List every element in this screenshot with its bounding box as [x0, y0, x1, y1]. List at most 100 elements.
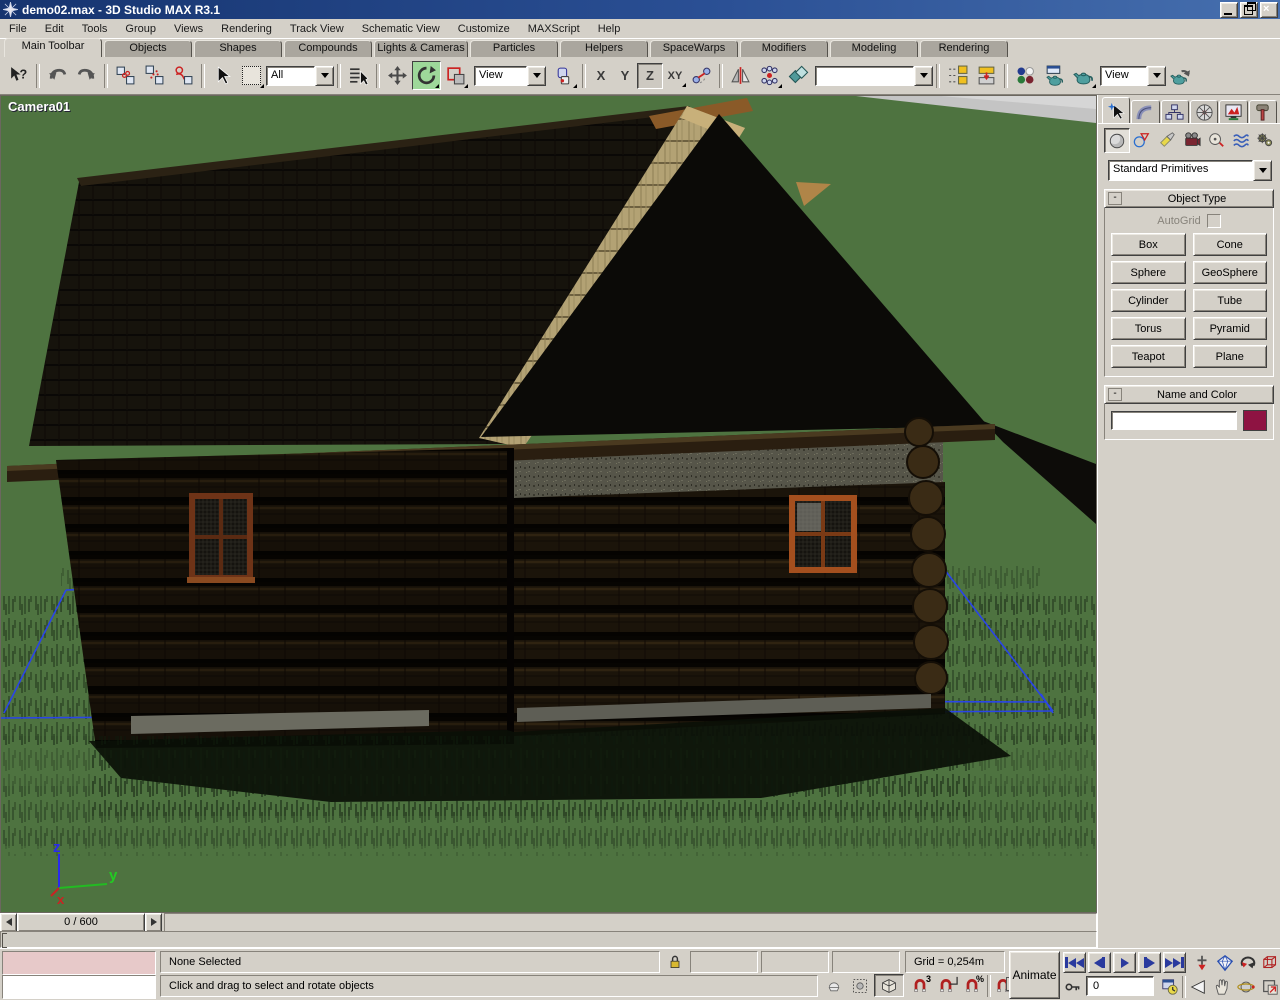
- render-type-dropdown[interactable]: View: [1100, 66, 1166, 86]
- tab-particles[interactable]: Particles: [470, 40, 558, 57]
- angle-snap-toggle[interactable]: [934, 976, 958, 996]
- zoom-extents-all-button[interactable]: [1213, 952, 1236, 974]
- tab-compounds[interactable]: Compounds: [284, 40, 372, 57]
- align-button[interactable]: [784, 61, 813, 90]
- tab-helpers[interactable]: Helpers: [560, 40, 648, 57]
- category-spacewarps-button[interactable]: [1229, 128, 1253, 151]
- geosphere-button[interactable]: GeoSphere: [1193, 261, 1268, 284]
- tab-modeling[interactable]: Modeling: [830, 40, 918, 57]
- primitives-category-dropdown[interactable]: Standard Primitives: [1108, 160, 1272, 181]
- rectangular-selection-region-button[interactable]: [237, 61, 266, 90]
- menu-customize[interactable]: Customize: [449, 21, 519, 37]
- select-by-name-button[interactable]: [344, 61, 373, 90]
- restore-button[interactable]: [1240, 2, 1258, 18]
- current-frame-field[interactable]: 0: [1086, 976, 1154, 996]
- restrict-to-x-button[interactable]: X: [589, 64, 613, 88]
- time-slider-track[interactable]: [164, 913, 1097, 932]
- select-and-link-button[interactable]: [111, 61, 140, 90]
- minimize-button[interactable]: [1220, 2, 1238, 18]
- roll-camera-button[interactable]: [1236, 952, 1259, 974]
- category-lights-button[interactable]: [1155, 128, 1179, 151]
- tab-lights-cameras[interactable]: Lights & Cameras: [374, 40, 468, 57]
- menu-help[interactable]: Help: [589, 21, 630, 37]
- teapot-button[interactable]: Teapot: [1111, 345, 1186, 368]
- menu-tools[interactable]: Tools: [73, 21, 117, 37]
- maxscript-mini-listener[interactable]: [2, 951, 156, 975]
- category-geometry-button[interactable]: [1104, 128, 1130, 153]
- tab-hierarchy[interactable]: [1161, 100, 1189, 123]
- torus-button[interactable]: Torus: [1111, 317, 1186, 340]
- undo-button[interactable]: [43, 61, 72, 90]
- object-color-swatch[interactable]: [1243, 410, 1267, 431]
- select-and-scale-button[interactable]: [441, 61, 470, 90]
- menu-rendering[interactable]: Rendering: [212, 21, 281, 37]
- menu-views[interactable]: Views: [165, 21, 212, 37]
- bind-to-space-warp-button[interactable]: [169, 61, 198, 90]
- tab-rendering[interactable]: Rendering: [920, 40, 1008, 57]
- menu-edit[interactable]: Edit: [36, 21, 73, 37]
- name-color-rollout-header[interactable]: - Name and Color: [1104, 385, 1274, 404]
- category-helpers-button[interactable]: [1204, 128, 1228, 151]
- dolly-camera-button[interactable]: [1190, 952, 1213, 974]
- menu-track-view[interactable]: Track View: [281, 21, 353, 37]
- pyramid-button[interactable]: Pyramid: [1193, 317, 1268, 340]
- key-mode-toggle[interactable]: [1062, 977, 1084, 996]
- cone-button[interactable]: Cone: [1193, 233, 1268, 256]
- next-frame-button[interactable]: [1138, 952, 1161, 973]
- tab-main-toolbar[interactable]: Main Toolbar: [4, 38, 102, 57]
- autogrid-checkbox[interactable]: [1207, 214, 1221, 228]
- array-button[interactable]: [755, 61, 784, 90]
- time-slider-left-arrow[interactable]: [0, 913, 17, 932]
- inverse-kinematics-toggle[interactable]: [687, 61, 716, 90]
- render-last-button[interactable]: [1166, 61, 1195, 90]
- selection-filter-dropdown[interactable]: All: [266, 66, 334, 86]
- select-and-rotate-button[interactable]: [412, 61, 441, 90]
- unlink-selection-button[interactable]: [140, 61, 169, 90]
- tab-shapes[interactable]: Shapes: [194, 40, 282, 57]
- object-name-field[interactable]: [1111, 411, 1237, 430]
- tab-objects[interactable]: Objects: [104, 40, 192, 57]
- snap-toggle-button[interactable]: [874, 974, 904, 997]
- open-track-view-button[interactable]: [943, 61, 972, 90]
- crossing-selection-button[interactable]: [848, 976, 871, 996]
- min-max-toggle-button[interactable]: [1258, 976, 1280, 998]
- camera-viewport[interactable]: Camera01: [0, 95, 1097, 913]
- mirror-button[interactable]: [726, 61, 755, 90]
- track-bar[interactable]: [0, 931, 1097, 948]
- dropdown-arrow-icon[interactable]: [527, 66, 546, 86]
- use-pivot-point-center-button[interactable]: [550, 61, 579, 90]
- select-and-move-button[interactable]: [383, 61, 412, 90]
- object-type-rollout-header[interactable]: - Object Type: [1104, 189, 1274, 208]
- menu-group[interactable]: Group: [116, 21, 165, 37]
- collapse-icon[interactable]: -: [1108, 388, 1122, 401]
- named-selection-sets-dropdown[interactable]: [815, 66, 933, 86]
- tab-create[interactable]: [1102, 97, 1130, 123]
- close-button[interactable]: ×: [1260, 2, 1278, 18]
- go-to-end-button[interactable]: [1163, 952, 1186, 973]
- render-scene-button[interactable]: [1040, 61, 1069, 90]
- box-button[interactable]: Box: [1111, 233, 1186, 256]
- percent-snap-toggle[interactable]: %: [960, 976, 984, 996]
- dropdown-arrow-icon[interactable]: [1147, 66, 1166, 86]
- field-of-view-button[interactable]: [1186, 976, 1209, 998]
- snap-3d-toggle[interactable]: 3: [908, 976, 932, 996]
- collapse-icon[interactable]: -: [1108, 192, 1122, 205]
- reference-coordinate-system-dropdown[interactable]: View: [474, 66, 546, 86]
- zoom-extents-all-selected-button[interactable]: [1259, 952, 1280, 974]
- animate-button[interactable]: Animate: [1009, 951, 1060, 999]
- menu-file[interactable]: File: [0, 21, 36, 37]
- time-slider-button[interactable]: 0 / 600: [17, 913, 145, 932]
- dropdown-arrow-icon[interactable]: [1253, 160, 1272, 181]
- cylinder-button[interactable]: Cylinder: [1111, 289, 1186, 312]
- tube-button[interactable]: Tube: [1193, 289, 1268, 312]
- tab-modifiers[interactable]: Modifiers: [740, 40, 828, 57]
- help-mode-button[interactable]: [4, 61, 33, 90]
- menu-schematic-view[interactable]: Schematic View: [353, 21, 449, 37]
- truck-camera-button[interactable]: [1210, 976, 1233, 998]
- select-object-button[interactable]: [208, 61, 237, 90]
- tab-motion[interactable]: [1190, 100, 1218, 123]
- menu-maxscript[interactable]: MAXScript: [519, 21, 589, 37]
- time-slider-right-arrow[interactable]: [145, 913, 162, 932]
- plane-button[interactable]: Plane: [1193, 345, 1268, 368]
- redo-button[interactable]: [72, 61, 101, 90]
